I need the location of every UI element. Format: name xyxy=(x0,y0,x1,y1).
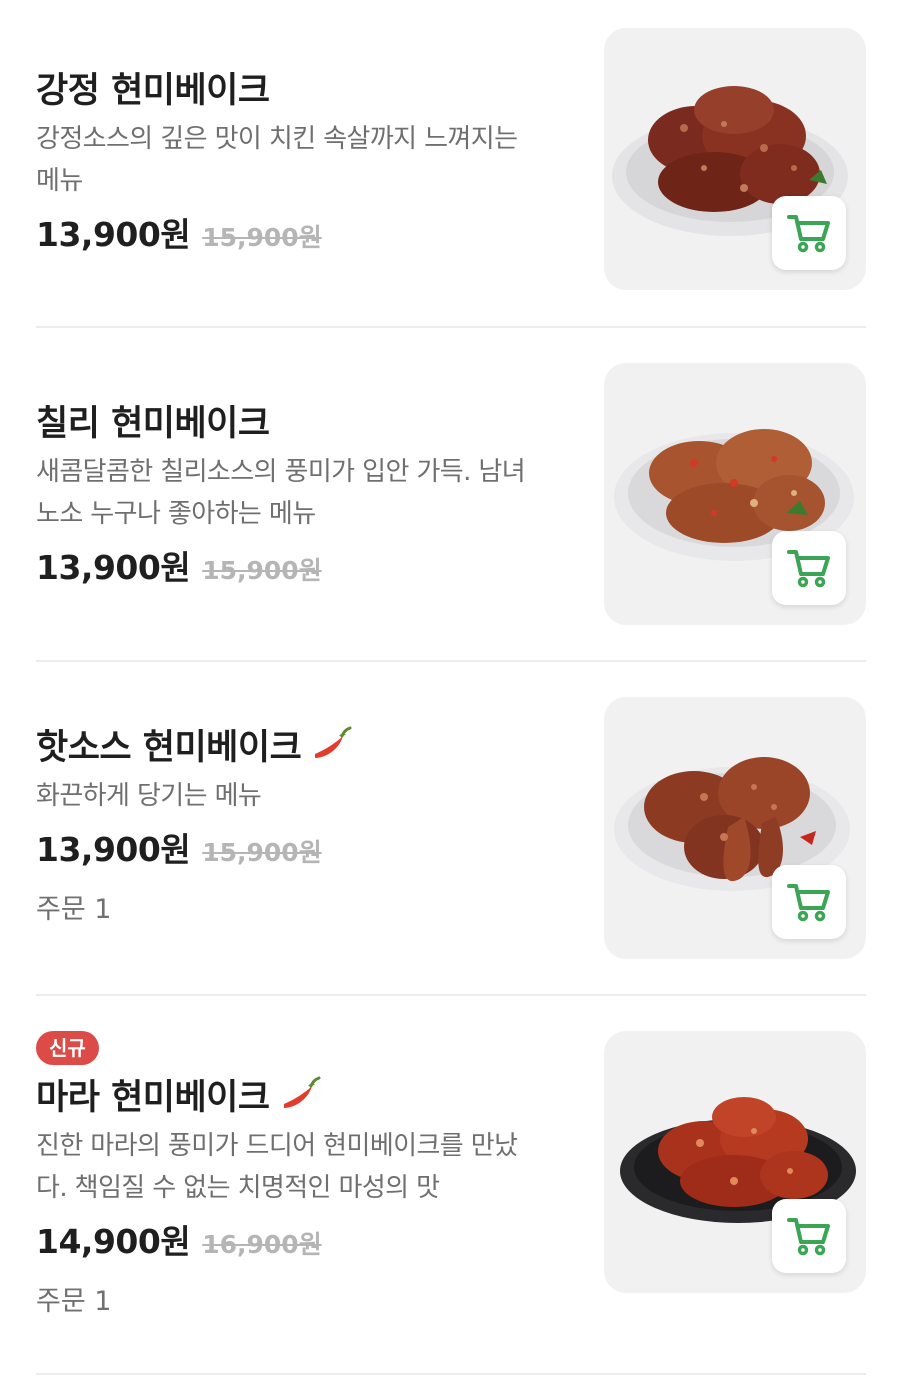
shopping-cart-icon xyxy=(787,550,830,588)
order-count: 주문 1 xyxy=(36,894,112,925)
original-price: 16,900원 xyxy=(202,1230,322,1259)
menu-item-text: 신규 마라 현미베이크 진한 마라의 풍미가 드디어 현미베이크를 만났 다. … xyxy=(36,1031,576,1318)
order-count: 주문 1 xyxy=(36,1286,112,1317)
add-to-cart-button[interactable] xyxy=(772,531,846,605)
shopping-cart-icon xyxy=(787,1218,830,1256)
description-line: 화끈하게 당기는 메뉴 xyxy=(36,781,262,811)
menu-item-text: 강정 현미베이크 강정소스의 깊은 맛이 치킨 속살까지 느껴지는 메뉴 13,… xyxy=(36,60,576,256)
original-price: 15,900원 xyxy=(202,838,322,867)
add-to-cart-button[interactable] xyxy=(772,1199,846,1273)
menu-item-title: 핫소스 현미베이크 xyxy=(36,727,302,768)
menu-item-description: 진한 마라의 풍미가 드디어 현미베이크를 만났 다. 책임질 수 없는 치명적… xyxy=(36,1125,576,1209)
divider xyxy=(36,660,866,662)
description-line: 새콤달콤한 칠리소스의 풍미가 입안 가득. 남녀 xyxy=(36,457,526,487)
description-line: 진한 마라의 풍미가 드디어 현미베이크를 만났 xyxy=(36,1131,518,1161)
menu-item-description: 새콤달콤한 칠리소스의 풍미가 입안 가득. 남녀 노소 누구나 좋아하는 메뉴 xyxy=(36,451,576,535)
chili-pepper-icon xyxy=(283,1076,321,1108)
menu-item-gangjeong[interactable]: 강정 현미베이크 강정소스의 깊은 맛이 치킨 속살까지 느껴지는 메뉴 13,… xyxy=(36,28,866,292)
menu-item-text: 핫소스 현미베이크 화끈하게 당기는 메뉴 13,900원 15,900원 주문… xyxy=(36,717,576,926)
menu-item-image[interactable] xyxy=(604,697,866,959)
menu-item-hotsauce[interactable]: 핫소스 현미베이크 화끈하게 당기는 메뉴 13,900원 15,900원 주문… xyxy=(36,697,866,961)
original-price: 15,900원 xyxy=(202,556,322,585)
sale-price: 13,900원 xyxy=(36,548,191,587)
shopping-cart-icon xyxy=(787,884,830,922)
menu-item-description: 화끈하게 당기는 메뉴 xyxy=(36,775,576,817)
menu-item-image[interactable] xyxy=(604,28,866,290)
menu-item-title: 강정 현미베이크 xyxy=(36,70,270,111)
new-badge: 신규 xyxy=(36,1031,99,1065)
sale-price: 13,900원 xyxy=(36,215,191,254)
add-to-cart-button[interactable] xyxy=(772,865,846,939)
menu-item-description: 강정소스의 깊은 맛이 치킨 속살까지 느껴지는 메뉴 xyxy=(36,118,576,202)
menu-list: 강정 현미베이크 강정소스의 깊은 맛이 치킨 속살까지 느껴지는 메뉴 13,… xyxy=(0,0,900,1380)
description-line: 노소 누구나 좋아하는 메뉴 xyxy=(36,499,316,529)
divider xyxy=(36,1373,866,1375)
description-line: 다. 책임질 수 없는 치명적인 마성의 맛 xyxy=(36,1173,440,1203)
sale-price: 14,900원 xyxy=(36,1222,191,1261)
description-line: 메뉴 xyxy=(36,166,83,196)
menu-item-chili[interactable]: 칠리 현미베이크 새콤달콤한 칠리소스의 풍미가 입안 가득. 남녀 노소 누구… xyxy=(36,363,866,627)
description-line: 강정소스의 깊은 맛이 치킨 속살까지 느껴지는 xyxy=(36,124,518,154)
chili-pepper-icon xyxy=(315,726,352,758)
divider xyxy=(36,994,866,996)
divider xyxy=(36,326,866,328)
menu-item-title: 칠리 현미베이크 xyxy=(36,403,270,444)
add-to-cart-button[interactable] xyxy=(772,196,846,270)
original-price: 15,900원 xyxy=(202,223,322,252)
menu-item-text: 칠리 현미베이크 새콤달콤한 칠리소스의 풍미가 입안 가득. 남녀 노소 누구… xyxy=(36,393,576,589)
menu-item-mala[interactable]: 신규 마라 현미베이크 진한 마라의 풍미가 드디어 현미베이크를 만났 다. … xyxy=(36,1031,866,1331)
shopping-cart-icon xyxy=(787,215,830,253)
sale-price: 13,900원 xyxy=(36,830,191,869)
menu-item-image[interactable] xyxy=(604,1031,866,1293)
menu-item-title: 마라 현미베이크 xyxy=(36,1077,270,1118)
menu-item-image[interactable] xyxy=(604,363,866,625)
